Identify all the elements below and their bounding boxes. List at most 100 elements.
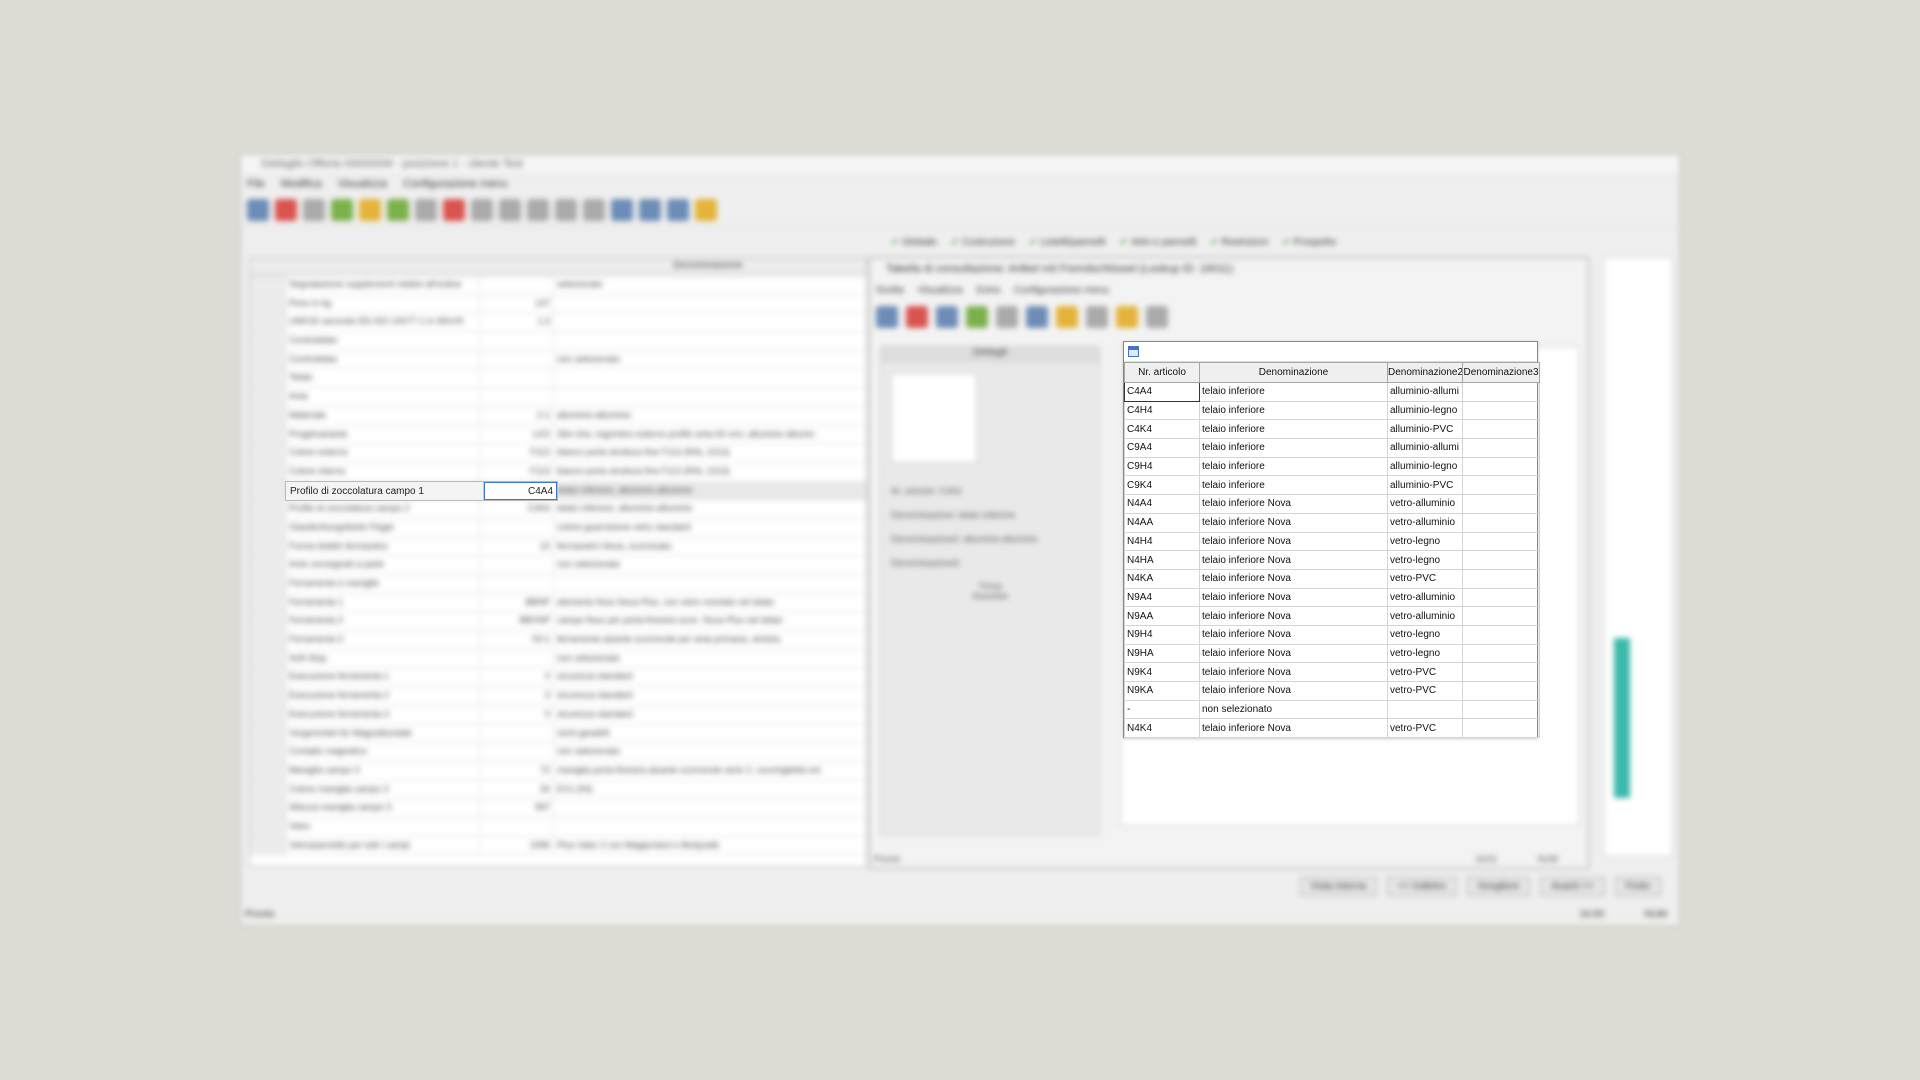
grid-row[interactable]: Telaio: [250, 369, 866, 389]
selected-row[interactable]: Profilo di zoccolatura campo 1 C4A4: [285, 481, 558, 501]
nav-button[interactable]: Avanti >>: [1540, 877, 1605, 896]
menu-item[interactable]: Visualizza: [338, 178, 387, 192]
grid-row[interactable]: Peso in kg 147: [250, 294, 866, 314]
table-row[interactable]: C4H4 telaio inferiore alluminio-legno: [1124, 400, 1540, 421]
row-description: telaio inferiore, alluminio-alluminio: [557, 484, 693, 495]
table-row[interactable]: C4A4 telaio inferiore alluminio-allumi: [1124, 382, 1540, 402]
row-description: selezionato: [557, 279, 603, 289]
grid-row[interactable]: Controtelaio: [250, 332, 866, 351]
row-label: Esecuzione ferramenta 1: [286, 668, 480, 687]
row-label: Maniglia campo 3: [286, 761, 480, 780]
grid-row[interactable]: Profilo di zoccolatura campo 2 C4A4 telaio…: [250, 500, 866, 519]
table-row[interactable]: N9H4 telaio inferiore Nova vetro-legno: [1124, 624, 1540, 645]
table-row[interactable]: N9HA telaio inferiore Nova vetro-legno: [1124, 643, 1540, 664]
grid-row[interactable]: Maniglia campo 3 72 maniglia porta-finestr…: [250, 761, 866, 781]
table-row[interactable]: N4A4 telaio inferiore Nova vetro-alluminio: [1124, 494, 1540, 514]
grid-row[interactable]: UW/UD secondo EN ISO 10077-1 in W/m²K 1,3: [250, 313, 866, 333]
column-header[interactable]: Denominazione3: [1462, 362, 1540, 383]
table-row[interactable]: C4K4 telaio inferiore alluminio-PVC: [1124, 419, 1540, 440]
nav-button[interactable]: Finito: [1614, 877, 1661, 896]
column-header[interactable]: Denominazione: [1199, 362, 1388, 383]
table-cell: C9H4: [1124, 456, 1200, 477]
grid-row[interactable]: Forma listello fermavetro 10 fermavetro No…: [250, 537, 866, 557]
grid-row[interactable]: Ferramenta 3 03-1 ferramenta alzante scorr…: [250, 631, 866, 650]
table-row[interactable]: N4K4 telaio inferiore Nova vetro-PVC: [1124, 718, 1540, 739]
menu-item[interactable]: Configurazione menu: [1014, 285, 1109, 299]
table-cell: telaio inferiore: [1199, 475, 1388, 496]
table-cell: alluminio-allumi: [1387, 438, 1463, 458]
table-cell: telaio inferiore Nova: [1199, 681, 1388, 701]
grid-row[interactable]: Vetro: [250, 817, 866, 837]
section-header[interactable]: Trova: [881, 581, 1099, 591]
grid-row[interactable]: Vorgerichtet für Magnetkontakt nicht gewä…: [250, 724, 866, 744]
grid-row[interactable]: Colore interno F113 bianco porta struttura…: [250, 462, 866, 482]
menu-item[interactable]: Configurazione menu: [403, 178, 508, 192]
row-label: Materiale: [286, 406, 480, 425]
table-row[interactable]: N9AA telaio inferiore Nova vetro-alluminio: [1124, 606, 1540, 626]
tab[interactable]: Vetri e pannelli: [1119, 237, 1197, 248]
grid-row[interactable]: Segnalazione supplementi relativi all'or…: [250, 276, 866, 295]
table-cell: telaio inferiore: [1199, 400, 1388, 421]
tab[interactable]: Restrizioni: [1210, 237, 1268, 248]
tab[interactable]: Prospetto: [1282, 237, 1336, 248]
tab[interactable]: Listelli/pannelli: [1029, 237, 1105, 248]
grid-row[interactable]: Soft-Stop non selezionato: [250, 649, 866, 669]
table-row[interactable]: N4KA telaio inferiore Nova vetro-PVC: [1124, 568, 1540, 589]
grid-row[interactable]: Vetro/pannello per tutti i campi 2396 Plus…: [250, 836, 866, 856]
grid-row[interactable]: Anta: [250, 388, 866, 407]
row-gutter: [250, 500, 286, 518]
grid-row[interactable]: Esecuzione ferramenta 3 0 sicurezza standa…: [250, 705, 866, 725]
row-description: [554, 818, 866, 836]
grid-row[interactable]: Progetvariante LKS Slim line, ingombro est…: [250, 425, 866, 445]
table-row[interactable]: N4HA telaio inferiore Nova vetro-legno: [1124, 550, 1540, 570]
section-header[interactable]: Assortire: [881, 591, 1099, 601]
nav-button[interactable]: Vista interna: [1299, 877, 1377, 896]
nav-button[interactable]: Scegliere: [1466, 877, 1531, 896]
table-row[interactable]: C9A4 telaio inferiore alluminio-allumi: [1124, 438, 1540, 458]
menu-item[interactable]: Extra: [977, 285, 1000, 299]
grid-row[interactable]: Ferramenta e maniglie: [250, 575, 866, 594]
nav-button[interactable]: << Indietro: [1386, 877, 1457, 896]
selected-row-value[interactable]: C4A4: [484, 482, 557, 500]
menu-item[interactable]: File: [247, 178, 265, 192]
menu-item[interactable]: Scelta: [876, 285, 904, 299]
grid-row[interactable]: Contatto magnetico non selezionato: [250, 743, 866, 762]
status-item: 16:00: [1579, 909, 1605, 920]
table-row[interactable]: N9A4 telaio inferiore Nova vetro-alluminio: [1124, 587, 1540, 608]
table-row[interactable]: N9K4 telaio inferiore Nova vetro-PVC: [1124, 662, 1540, 682]
grid-row[interactable]: Ferramenta 2 BBVNP campo fisso per porta-f…: [250, 612, 866, 632]
grid-row[interactable]: Colore maniglia campo 3 34 EV1 (04): [250, 780, 866, 800]
table-cell: [1387, 699, 1463, 720]
grid-row[interactable]: Colore esterno F113 bianco porta struttura…: [250, 444, 866, 463]
column-header[interactable]: Nr. articolo: [1124, 362, 1200, 383]
grid-row[interactable]: Ferramenta 1 BBNP elemento fisso Nova Plus…: [250, 593, 866, 613]
column-header[interactable]: Denominazione2: [1387, 362, 1463, 383]
table-cell: telaio inferiore Nova: [1199, 568, 1388, 589]
row-label: Telaio: [286, 369, 480, 388]
row-description: telaio inferiore, alluminio-alluminio: [557, 503, 693, 514]
grid-row[interactable]: Controtelaio non selezionato: [250, 350, 866, 370]
table-row[interactable]: - non selezionato: [1124, 699, 1540, 720]
menu-item[interactable]: Modifica: [281, 178, 322, 192]
table-row[interactable]: N4AA telaio inferiore Nova vetro-alluminio: [1124, 512, 1540, 533]
grid-row[interactable]: Glasdichtungsfarbe Flügel colore guarnizi…: [250, 518, 866, 538]
lookup-dropdown[interactable]: Nr. articolo Denominazione Denominazione2 D…: [1123, 341, 1540, 739]
grid-row[interactable]: Esecuzione ferramenta 2 0 sicurezza standa…: [250, 687, 866, 706]
table-cell: telaio inferiore Nova: [1199, 512, 1388, 533]
table-cell: [1462, 475, 1540, 496]
table-row[interactable]: N4H4 telaio inferiore Nova vetro-legno: [1124, 531, 1540, 552]
row-description: non selezionato: [557, 746, 621, 757]
grid-row[interactable]: Ante consegnati a parte non selezionato: [250, 556, 866, 575]
table-row[interactable]: N9KA telaio inferiore Nova vetro-PVC: [1124, 681, 1540, 701]
tab[interactable]: Globale: [891, 237, 936, 248]
row-label: Esecuzione ferramenta 3: [286, 705, 480, 724]
grid-row[interactable]: Materiale 2-1 alluminio-alluminio: [250, 406, 866, 426]
table-row[interactable]: C9H4 telaio inferiore alluminio-legno: [1124, 456, 1540, 477]
grid-row[interactable]: Altezza maniglia campo 3 997: [250, 799, 866, 818]
tab[interactable]: Costruzione: [951, 237, 1015, 248]
grid-row[interactable]: Esecuzione ferramenta 1 0 sicurezza standa…: [250, 668, 866, 688]
menu-item[interactable]: Visualizza: [918, 285, 963, 299]
lookup-title: Tabella di consultazione: Artikel mit Fr…: [886, 263, 1234, 275]
row-value: 0: [480, 668, 554, 687]
table-row[interactable]: C9K4 telaio inferiore alluminio-PVC: [1124, 475, 1540, 496]
